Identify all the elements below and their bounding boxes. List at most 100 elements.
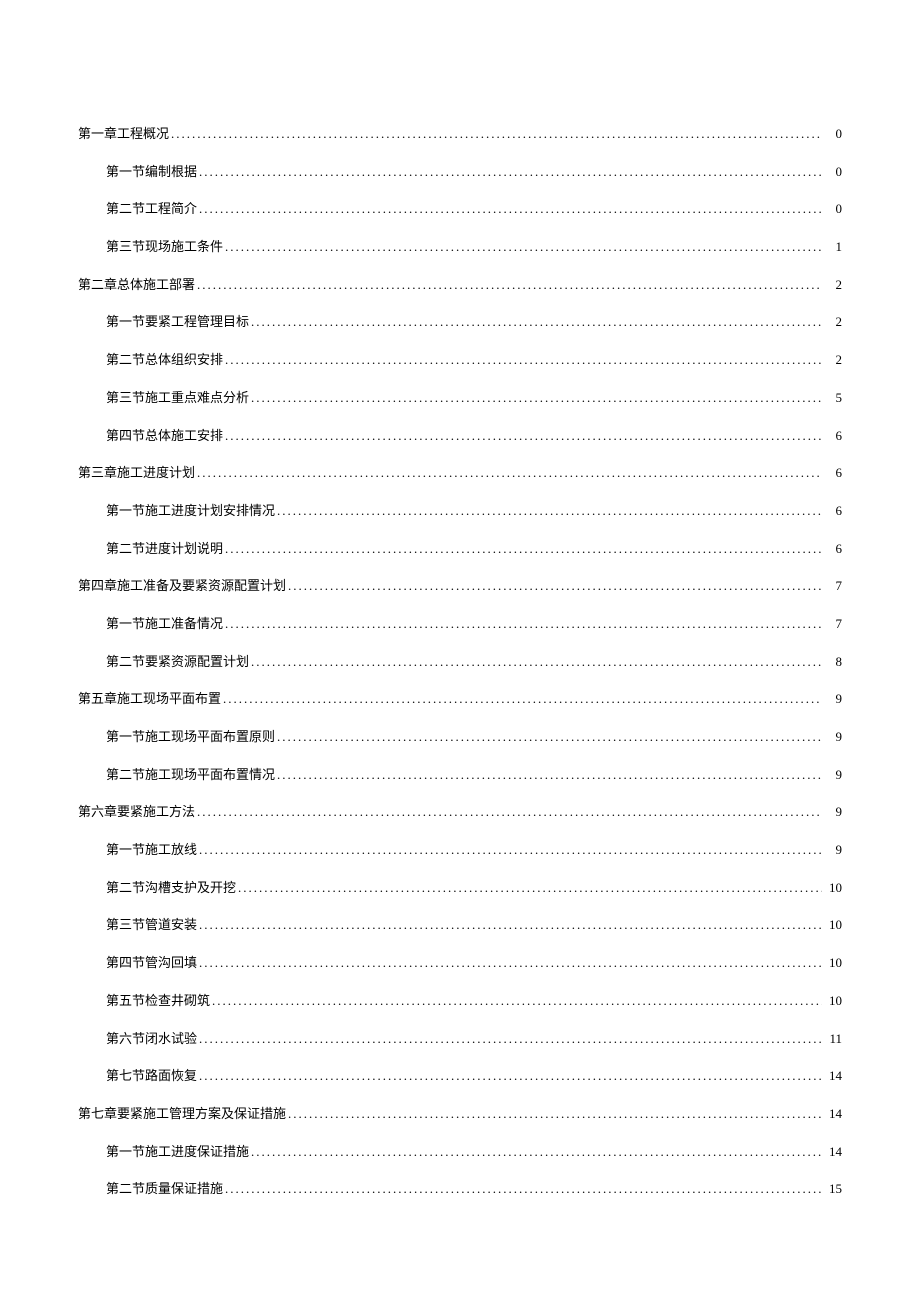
toc-title: 第三章施工进度计划 bbox=[78, 454, 195, 492]
toc-page-number: 0 bbox=[824, 153, 842, 191]
toc-page-number: 10 bbox=[824, 869, 842, 907]
toc-title: 第二章总体施工部署 bbox=[78, 266, 195, 304]
toc-leader-dots bbox=[225, 228, 822, 266]
toc-page-number: 1 bbox=[824, 228, 842, 266]
toc-entry: 第三节现场施工条件 1 bbox=[78, 228, 842, 266]
toc-leader-dots bbox=[251, 1133, 822, 1171]
toc-title: 第五章施工现场平面布置 bbox=[78, 680, 221, 718]
table-of-contents: 第一章工程概况0第一节编制根据0第二节工程简介0第三节现场施工条件1第二章总体施… bbox=[78, 115, 842, 1208]
toc-page-number: 6 bbox=[824, 454, 842, 492]
toc-leader-dots bbox=[225, 417, 822, 455]
toc-leader-dots bbox=[197, 266, 822, 304]
toc-title: 第四节管沟回填 bbox=[106, 944, 197, 982]
toc-entry: 第三节管道安装 10 bbox=[78, 906, 842, 944]
toc-title: 第二节要紧资源配置计划 bbox=[106, 643, 249, 681]
toc-entry: 第三章施工进度计划 6 bbox=[78, 454, 842, 492]
toc-leader-dots bbox=[238, 869, 822, 907]
toc-title: 第四章施工准备及要紧资源配置计划 bbox=[78, 567, 286, 605]
toc-title: 第二节进度计划说明 bbox=[106, 530, 223, 568]
toc-page-number: 6 bbox=[824, 530, 842, 568]
toc-page-number: 7 bbox=[824, 605, 842, 643]
toc-entry: 第一节施工进度计划安排情况6 bbox=[78, 492, 842, 530]
toc-leader-dots bbox=[171, 115, 822, 153]
toc-entry: 第五章施工现场平面布置 9 bbox=[78, 680, 842, 718]
toc-page-number: 10 bbox=[824, 982, 842, 1020]
toc-leader-dots bbox=[288, 567, 822, 605]
toc-leader-dots bbox=[199, 190, 822, 228]
toc-leader-dots bbox=[199, 831, 822, 869]
toc-page-number: 7 bbox=[824, 567, 842, 605]
toc-entry: 第七章要紧施工管理方案及保证措施14 bbox=[78, 1095, 842, 1133]
toc-page-number: 11 bbox=[824, 1020, 842, 1058]
toc-entry: 第二章总体施工部署2 bbox=[78, 266, 842, 304]
toc-title: 第一节施工准备情况 bbox=[106, 605, 223, 643]
toc-entry: 第四节管沟回填 10 bbox=[78, 944, 842, 982]
toc-page-number: 9 bbox=[824, 680, 842, 718]
toc-title: 第一节施工现场平面布置原则 bbox=[106, 718, 275, 756]
toc-title: 第四节总体施工安排 bbox=[106, 417, 223, 455]
toc-leader-dots bbox=[225, 341, 822, 379]
toc-page-number: 14 bbox=[824, 1133, 842, 1171]
toc-entry: 第二节施工现场平面布置情况 9 bbox=[78, 756, 842, 794]
toc-title: 第二节质量保证措施 bbox=[106, 1170, 223, 1208]
toc-entry: 第六章要紧施工方法9 bbox=[78, 793, 842, 831]
toc-leader-dots bbox=[288, 1095, 822, 1133]
toc-entry: 第二节要紧资源配置计划 8 bbox=[78, 643, 842, 681]
toc-page-number: 5 bbox=[824, 379, 842, 417]
toc-entry: 第一节施工现场平面布置原则 9 bbox=[78, 718, 842, 756]
toc-title: 第一节施工进度保证措施 bbox=[106, 1133, 249, 1171]
toc-entry: 第一节要紧工程管理目标2 bbox=[78, 303, 842, 341]
toc-title: 第一节要紧工程管理目标 bbox=[106, 303, 249, 341]
toc-title: 第一节编制根据 bbox=[106, 153, 197, 191]
toc-page-number: 8 bbox=[824, 643, 842, 681]
toc-entry: 第六节闭水试验11 bbox=[78, 1020, 842, 1058]
toc-leader-dots bbox=[251, 643, 822, 681]
toc-entry: 第一节施工放线 9 bbox=[78, 831, 842, 869]
toc-title: 第三节施工重点难点分析 bbox=[106, 379, 249, 417]
toc-leader-dots bbox=[251, 379, 822, 417]
toc-page-number: 0 bbox=[824, 190, 842, 228]
toc-title: 第二节工程简介 bbox=[106, 190, 197, 228]
toc-page-number: 9 bbox=[824, 831, 842, 869]
toc-entry: 第一章工程概况0 bbox=[78, 115, 842, 153]
toc-leader-dots bbox=[197, 793, 822, 831]
toc-entry: 第四章施工准备及要紧资源配置计划 7 bbox=[78, 567, 842, 605]
toc-leader-dots bbox=[223, 680, 822, 718]
toc-entry: 第二节进度计划说明 6 bbox=[78, 530, 842, 568]
toc-leader-dots bbox=[199, 1057, 822, 1095]
toc-page-number: 15 bbox=[824, 1170, 842, 1208]
toc-leader-dots bbox=[199, 153, 822, 191]
toc-leader-dots bbox=[225, 530, 822, 568]
toc-entry: 第七节路面恢复 14 bbox=[78, 1057, 842, 1095]
toc-title: 第七节路面恢复 bbox=[106, 1057, 197, 1095]
toc-entry: 第二节总体组织安排2 bbox=[78, 341, 842, 379]
toc-page-number: 6 bbox=[824, 417, 842, 455]
toc-page-number: 2 bbox=[824, 341, 842, 379]
toc-title: 第五节检查井砌筑 bbox=[106, 982, 210, 1020]
toc-title: 第三节现场施工条件 bbox=[106, 228, 223, 266]
toc-title: 第二节施工现场平面布置情况 bbox=[106, 756, 275, 794]
toc-title: 第七章要紧施工管理方案及保证措施 bbox=[78, 1095, 286, 1133]
toc-title: 第一章工程概况 bbox=[78, 115, 169, 153]
toc-leader-dots bbox=[212, 982, 822, 1020]
toc-leader-dots bbox=[199, 1020, 822, 1058]
toc-page-number: 10 bbox=[824, 944, 842, 982]
toc-leader-dots bbox=[225, 605, 822, 643]
toc-page-number: 6 bbox=[824, 492, 842, 530]
toc-leader-dots bbox=[197, 454, 822, 492]
toc-entry: 第一节施工准备情况 7 bbox=[78, 605, 842, 643]
toc-leader-dots bbox=[199, 906, 822, 944]
toc-entry: 第四节总体施工安排 6 bbox=[78, 417, 842, 455]
toc-leader-dots bbox=[251, 303, 822, 341]
toc-title: 第六章要紧施工方法 bbox=[78, 793, 195, 831]
toc-page-number: 9 bbox=[824, 756, 842, 794]
toc-entry: 第一节编制根据 0 bbox=[78, 153, 842, 191]
toc-page-number: 14 bbox=[824, 1057, 842, 1095]
toc-page-number: 9 bbox=[824, 718, 842, 756]
toc-entry: 第一节施工进度保证措施 14 bbox=[78, 1133, 842, 1171]
toc-page-number: 10 bbox=[824, 906, 842, 944]
toc-entry: 第二节沟槽支护及开挖10 bbox=[78, 869, 842, 907]
toc-title: 第三节管道安装 bbox=[106, 906, 197, 944]
toc-title: 第一节施工放线 bbox=[106, 831, 197, 869]
toc-entry: 第二节质量保证措施 15 bbox=[78, 1170, 842, 1208]
